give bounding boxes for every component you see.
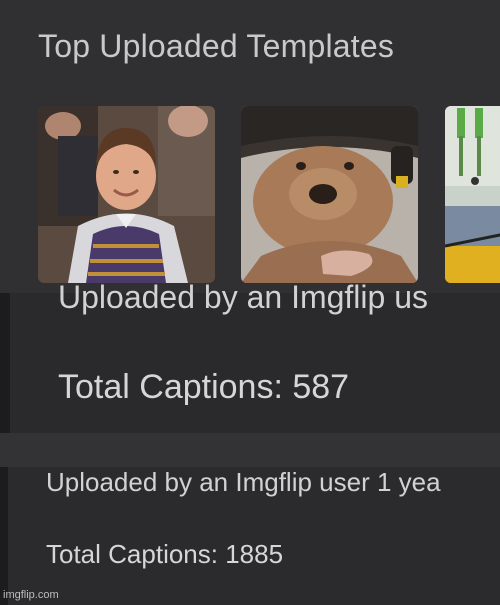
template-thumbnail[interactable] [241, 106, 418, 283]
template-thumbnail[interactable] [38, 106, 215, 283]
total-captions: Total Captions: 1885 [46, 539, 284, 569]
card-edge [0, 293, 10, 433]
card-edge [0, 467, 8, 605]
total-captions: Total Captions: 587 [58, 368, 350, 406]
section-title: Top Uploaded Templates [38, 28, 395, 64]
template-thumbnail[interactable] [445, 106, 500, 283]
uploader-text: Uploaded by an Imgflip us [58, 279, 428, 315]
top-templates-panel: Top Uploaded Templates [0, 0, 500, 293]
template-thumbnail-image [445, 106, 500, 283]
template-card[interactable]: Uploaded by an Imgflip us Total Captions… [0, 279, 500, 433]
template-thumbnail-image [241, 106, 418, 283]
imgflip-watermark: imgflip.com [3, 589, 59, 601]
uploader-text: Uploaded by an Imgflip user 1 yea [46, 467, 441, 497]
template-thumbnail-image [38, 106, 215, 283]
template-card[interactable]: Uploaded by an Imgflip user 1 yea Total … [0, 467, 500, 605]
screenshot-divider [0, 433, 500, 467]
